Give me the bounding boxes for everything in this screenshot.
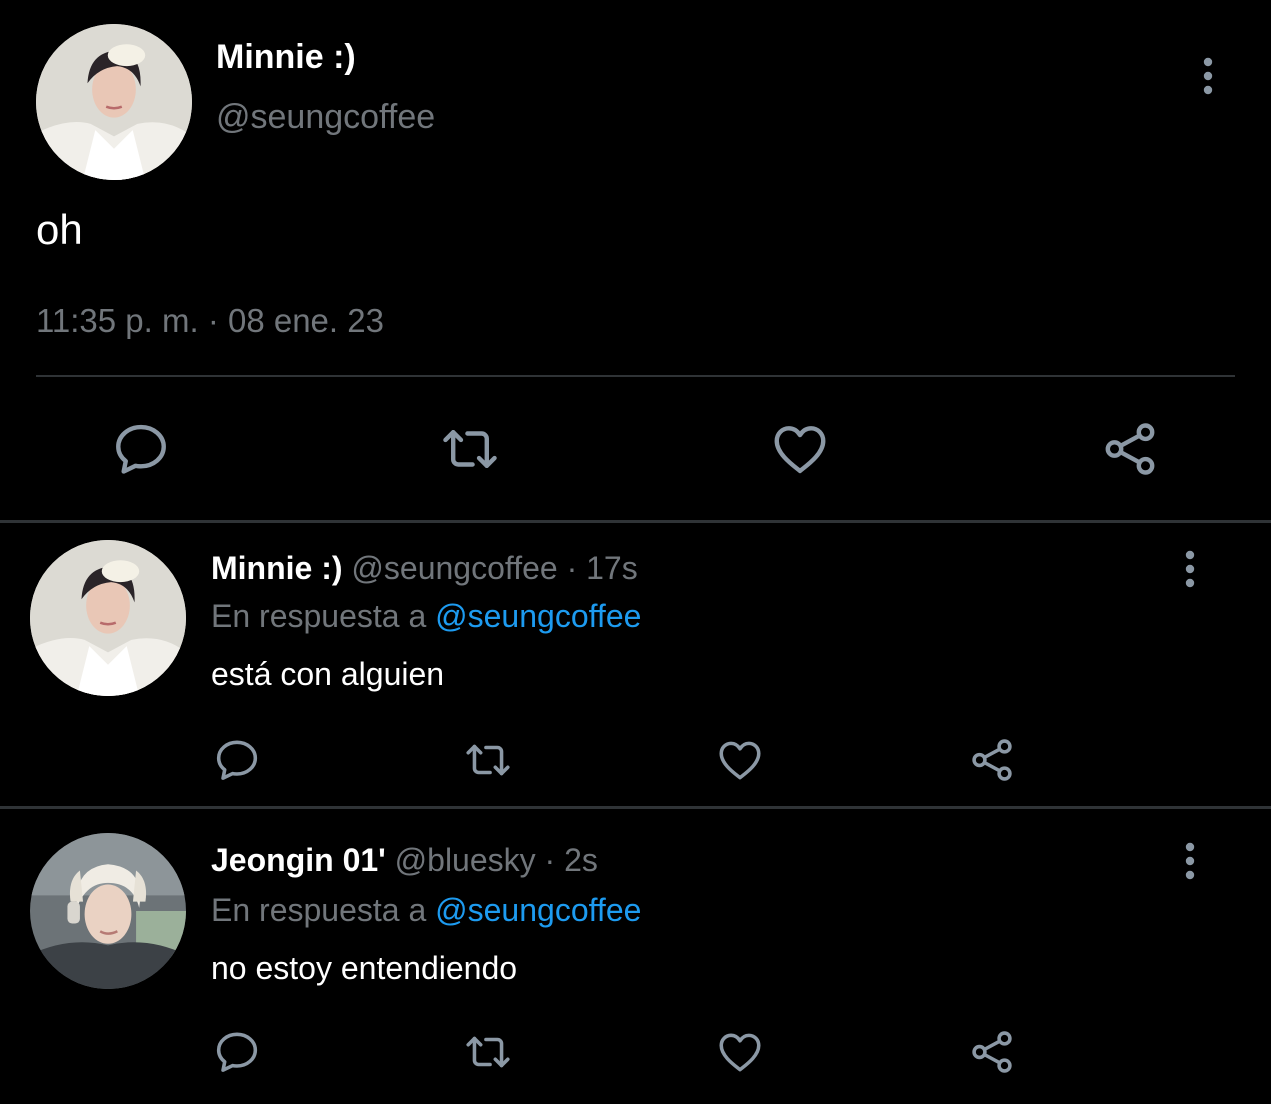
retweet-icon <box>461 735 515 785</box>
more-options-icon[interactable] <box>1196 56 1220 96</box>
speech-bubble-icon <box>212 1027 262 1077</box>
main-tweet: Minnie :) @seungcoffee oh 11:35 p. m. · … <box>0 0 1271 521</box>
heart-icon <box>769 418 831 480</box>
reply-prefix: En respuesta a <box>211 598 427 634</box>
like-button[interactable] <box>715 1027 765 1077</box>
share-icon <box>967 1027 1017 1077</box>
retweet-button[interactable] <box>461 735 515 785</box>
reply-tweet[interactable]: Jeongin 01' @bluesky · 2s En respuesta a… <box>0 809 1271 1104</box>
share-button[interactable] <box>967 1027 1017 1077</box>
share-button[interactable] <box>967 735 1017 785</box>
heart-icon <box>715 735 765 785</box>
heart-icon <box>715 1027 765 1077</box>
reply-to-link[interactable]: @seungcoffee <box>435 892 641 928</box>
tweet-text: oh <box>36 206 83 253</box>
reply-button[interactable] <box>212 735 262 785</box>
tweet-timestamp: 11:35 p. m. · 08 ene. 23 <box>36 302 384 339</box>
user-handle-time[interactable]: @seungcoffee · 17s <box>351 550 637 586</box>
divider <box>36 375 1235 377</box>
share-icon <box>1099 418 1161 480</box>
avatar[interactable] <box>30 540 186 696</box>
retweet-icon <box>461 1027 515 1077</box>
display-name[interactable]: Minnie :) <box>211 550 343 586</box>
speech-bubble-icon <box>212 735 262 785</box>
share-button[interactable] <box>1099 418 1161 480</box>
retweet-icon <box>437 418 503 480</box>
reply-prefix: En respuesta a <box>211 892 427 928</box>
reply-button[interactable] <box>110 418 172 480</box>
avatar[interactable] <box>36 24 192 180</box>
reply-to-link[interactable]: @seungcoffee <box>435 598 641 634</box>
user-handle-time[interactable]: @bluesky · 2s <box>395 842 598 878</box>
like-button[interactable] <box>769 418 831 480</box>
tweet-text: está con alguien <box>211 656 445 692</box>
retweet-button[interactable] <box>461 1027 515 1077</box>
display-name[interactable]: Jeongin 01' <box>211 842 386 878</box>
retweet-button[interactable] <box>437 418 503 480</box>
tweet-text: no estoy entendiendo <box>211 950 518 986</box>
share-icon <box>967 735 1017 785</box>
reply-tweet[interactable]: Minnie :) @seungcoffee · 17s En respuest… <box>0 523 1271 806</box>
display-name[interactable]: Minnie :) <box>216 38 356 77</box>
reply-button[interactable] <box>212 1027 262 1077</box>
user-handle[interactable]: @seungcoffee <box>216 98 435 137</box>
speech-bubble-icon <box>110 418 172 480</box>
more-options-icon[interactable] <box>1178 841 1202 881</box>
more-options-icon[interactable] <box>1178 549 1202 589</box>
avatar[interactable] <box>30 833 186 989</box>
like-button[interactable] <box>715 735 765 785</box>
